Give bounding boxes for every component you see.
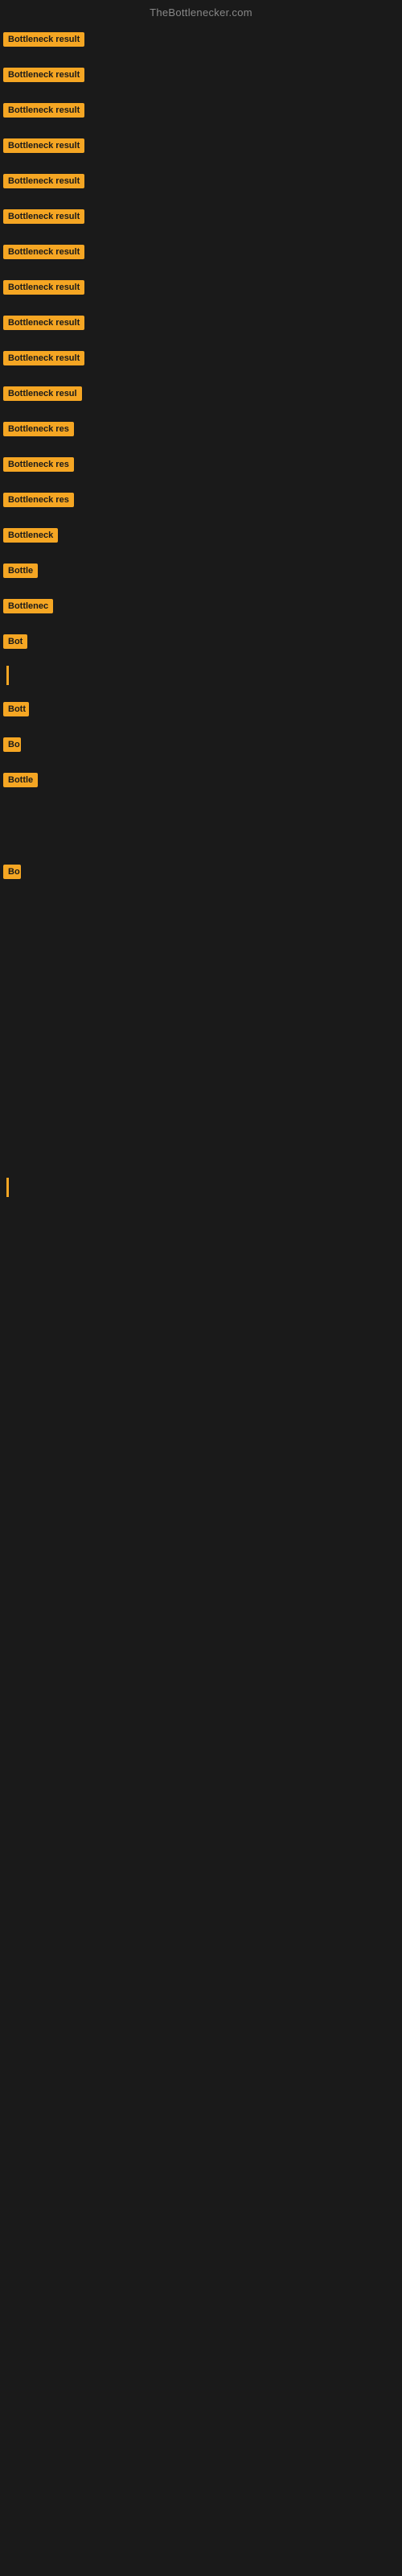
bottleneck-badge-7[interactable]: Bottleneck result — [3, 245, 84, 259]
bottleneck-row-10: Bottleneck result — [0, 341, 402, 376]
vertical-bar-19 — [6, 666, 9, 685]
bottleneck-badge-17[interactable]: Bottlenec — [3, 599, 53, 613]
bottleneck-row-4: Bottleneck result — [0, 128, 402, 163]
bottleneck-row-9: Bottleneck result — [0, 305, 402, 341]
bottleneck-row-12: Bottleneck res — [0, 411, 402, 447]
bottleneck-badge-9[interactable]: Bottleneck result — [3, 316, 84, 330]
bottleneck-row-1: Bottleneck result — [0, 22, 402, 57]
bottleneck-badge-18[interactable]: Bot — [3, 634, 27, 649]
bottleneck-badge-14[interactable]: Bottleneck res — [3, 493, 74, 507]
bottleneck-row-13: Bottleneck res — [0, 447, 402, 482]
bottleneck-row-23 — [0, 798, 402, 854]
bottleneck-row-2: Bottleneck result — [0, 57, 402, 93]
bottleneck-badge-16[interactable]: Bottle — [3, 564, 38, 578]
bottleneck-row-20: Bott — [0, 691, 402, 727]
bottleneck-badge-12[interactable]: Bottleneck res — [3, 422, 74, 436]
bottleneck-row-14: Bottleneck res — [0, 482, 402, 518]
bottleneck-badge-1[interactable]: Bottleneck result — [3, 32, 84, 47]
bottleneck-badge-8[interactable]: Bottleneck result — [3, 280, 84, 295]
bottleneck-badge-5[interactable]: Bottleneck result — [3, 174, 84, 188]
bottleneck-row-18: Bot — [0, 624, 402, 659]
bottleneck-row-11: Bottleneck resul — [0, 376, 402, 411]
bottleneck-badge-13[interactable]: Bottleneck res — [3, 457, 74, 472]
bottleneck-row-15: Bottleneck — [0, 518, 402, 553]
bottleneck-row-5: Bottleneck result — [0, 163, 402, 199]
bottleneck-row-3: Bottleneck result — [0, 93, 402, 128]
bottleneck-badge-11[interactable]: Bottleneck resul — [3, 386, 82, 401]
bottleneck-badge-6[interactable]: Bottleneck result — [3, 209, 84, 224]
bottleneck-row-17: Bottlenec — [0, 588, 402, 624]
bottleneck-row-7: Bottleneck result — [0, 234, 402, 270]
bottleneck-badge-2[interactable]: Bottleneck result — [3, 68, 84, 82]
bottleneck-badge-20[interactable]: Bott — [3, 702, 29, 716]
bottleneck-badge-10[interactable]: Bottleneck result — [3, 351, 84, 365]
bottleneck-badge-3[interactable]: Bottleneck result — [3, 103, 84, 118]
vertical-bar-30 — [6, 1178, 9, 1197]
bottleneck-badge-24[interactable]: Bo — [3, 865, 21, 879]
bottleneck-row-19 — [0, 659, 402, 691]
bottleneck-row-30 — [0, 1171, 402, 1203]
bottleneck-row-28 — [0, 1059, 402, 1115]
bottleneck-row-27 — [0, 1002, 402, 1059]
bottleneck-row-29 — [0, 1115, 402, 1171]
bottleneck-badge-4[interactable]: Bottleneck result — [3, 138, 84, 153]
bottleneck-row-6: Bottleneck result — [0, 199, 402, 234]
bottleneck-row-26 — [0, 946, 402, 1002]
bottleneck-badge-15[interactable]: Bottleneck — [3, 528, 58, 543]
site-title: TheBottlenecker.com — [0, 0, 402, 22]
bottleneck-badge-22[interactable]: Bottle — [3, 773, 38, 787]
bottleneck-row-22: Bottle — [0, 762, 402, 798]
bottleneck-row-8: Bottleneck result — [0, 270, 402, 305]
bottleneck-row-16: Bottle — [0, 553, 402, 588]
bottleneck-row-25 — [0, 890, 402, 946]
bottleneck-row-24: Bo — [0, 854, 402, 890]
bottleneck-row-21: Bo — [0, 727, 402, 762]
bottleneck-badge-21[interactable]: Bo — [3, 737, 21, 752]
